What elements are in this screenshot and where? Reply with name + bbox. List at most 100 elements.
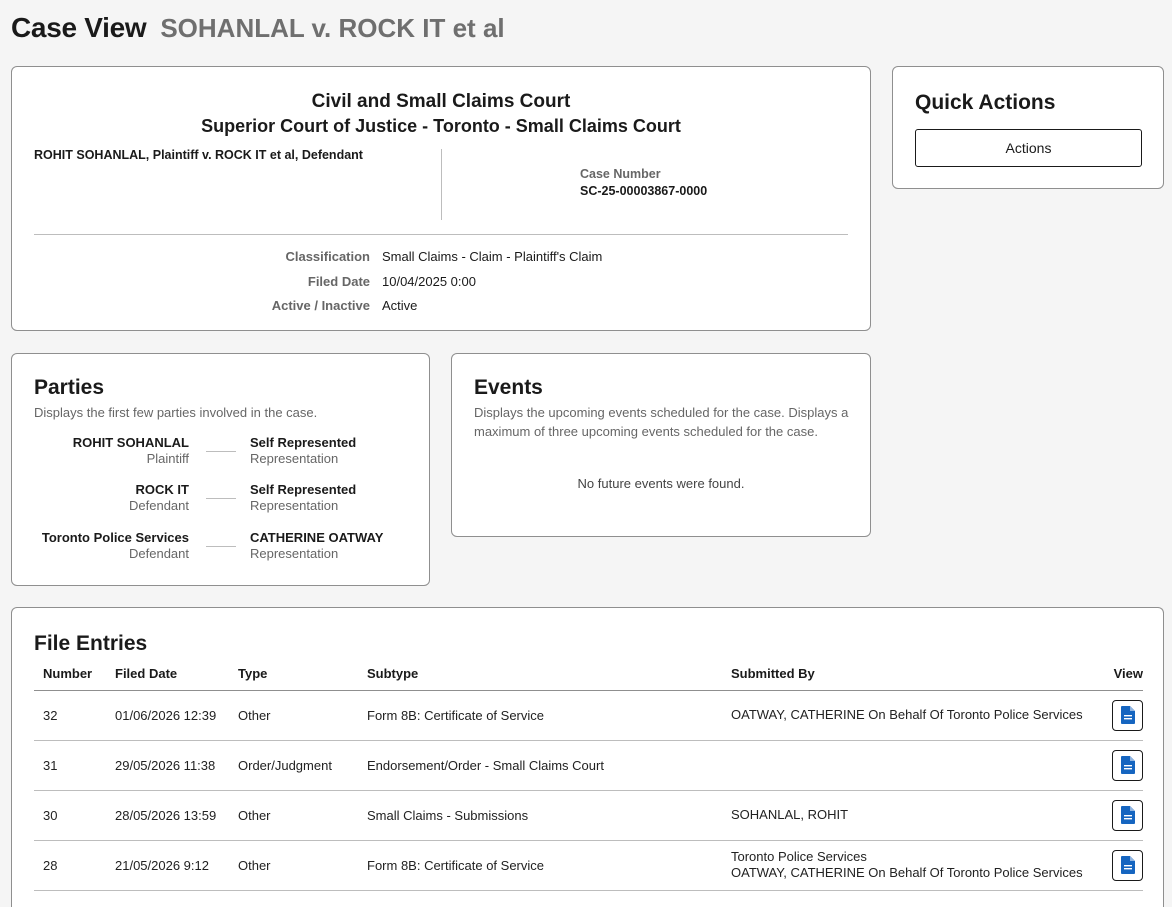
detail-row-active-status: Active / Inactive Active <box>12 298 870 318</box>
entry-view-cell <box>1083 840 1143 891</box>
entry-view-cell <box>1083 790 1143 841</box>
case-number-label: Case Number <box>580 167 661 181</box>
party-role: Plaintiff <box>146 451 189 466</box>
representative-role: Representation <box>250 498 339 513</box>
party-row: Toronto Police Services Defendant CATHER… <box>12 530 429 564</box>
case-name: SOHANLAL v. ROCK IT et al <box>160 13 505 43</box>
court-subtitle: Superior Court of Justice - Toronto - Sm… <box>201 116 681 136</box>
document-icon <box>1120 806 1135 824</box>
representative-role: Representation <box>250 451 339 466</box>
entry-submitted-by: Toronto Police Services OATWAY, CATHERIN… <box>722 840 1083 891</box>
column-header-view: View <box>1083 658 1143 691</box>
entry-filed-date: 29/05/2026 11:38 <box>106 740 229 791</box>
party-name: Toronto Police Services <box>41 530 189 545</box>
representative-name: Self Represented <box>250 482 357 497</box>
detail-value: Small Claims - Claim - Plaintiff's Claim <box>382 249 603 264</box>
parties-card: Parties Displays the first few parties i… <box>11 353 430 586</box>
column-header-type[interactable]: Type <box>229 658 358 691</box>
entry-subtype: Form 8B: Certificate of Service <box>358 840 722 891</box>
case-number-value: SC-25-00003867-0000 <box>580 184 708 198</box>
document-icon <box>1120 706 1135 724</box>
representative-name: CATHERINE OATWAY <box>250 530 384 545</box>
file-entries-title: File Entries <box>34 632 148 655</box>
entry-submitted-by <box>722 740 1083 791</box>
actions-button[interactable]: Actions <box>915 129 1142 167</box>
entry-number: 30 <box>34 790 106 841</box>
table-row: 32 01/06/2026 12:39 Other Form 8B: Certi… <box>34 690 1143 741</box>
party-row: ROCK IT Defendant Self Represented Repre… <box>12 482 429 516</box>
document-icon <box>1120 856 1135 874</box>
case-parties-line: ROHIT SOHANLAL, Plaintiff v. ROCK IT et … <box>34 148 363 162</box>
submitter-line: SOHANLAL, ROHIT <box>731 807 849 822</box>
events-title: Events <box>474 376 543 399</box>
entry-submitted-by: OATWAY, CATHERINE On Behalf Of Toronto P… <box>722 690 1083 741</box>
entry-number: 28 <box>34 840 106 891</box>
detail-row-filed-date: Filed Date 10/04/2025 0:00 <box>12 274 870 294</box>
party-connector <box>206 451 236 452</box>
detail-label: Filed Date <box>307 274 370 289</box>
party-role: Defendant <box>129 498 189 513</box>
entry-submitted-by: SOHANLAL, ROHIT <box>722 790 1083 841</box>
column-header-submitted-by[interactable]: Submitted By <box>722 658 1083 691</box>
entry-number: 31 <box>34 740 106 791</box>
entry-subtype: Small Claims - Submissions <box>358 790 722 841</box>
vertical-divider <box>441 149 442 220</box>
party-connector <box>206 546 236 547</box>
table-row: 30 28/05/2026 13:59 Other Small Claims -… <box>34 790 1143 841</box>
parties-header: Parties Displays the first few parties i… <box>34 376 317 422</box>
quick-actions-title: Quick Actions <box>915 91 1056 114</box>
entry-type: Order/Judgment <box>229 740 358 791</box>
events-subtitle: Displays the upcoming events scheduled f… <box>474 405 849 439</box>
party-name: ROHIT SOHANLAL <box>72 435 189 450</box>
column-header-subtype[interactable]: Subtype <box>358 658 722 691</box>
parties-subtitle: Displays the first few parties involved … <box>34 405 318 420</box>
document-icon <box>1120 756 1135 774</box>
party-row: ROHIT SOHANLAL Plaintiff Self Represente… <box>12 435 429 469</box>
horizontal-divider <box>34 234 848 235</box>
view-document-button[interactable] <box>1112 749 1143 781</box>
detail-row-classification: Classification Small Claims - Claim - Pl… <box>12 249 870 269</box>
entry-type: Other <box>229 690 358 741</box>
party-connector <box>206 498 236 499</box>
detail-value: Active <box>382 298 418 313</box>
representative-role: Representation <box>250 546 339 561</box>
entry-filed-date: 28/05/2026 13:59 <box>106 790 229 841</box>
column-header-filed-date[interactable]: Filed Date <box>106 658 229 691</box>
detail-label: Classification <box>285 249 370 264</box>
events-header: Events Displays the upcoming events sche… <box>474 376 852 441</box>
case-summary-card: Civil and Small Claims Court Superior Co… <box>11 66 871 331</box>
detail-label: Active / Inactive <box>271 298 370 313</box>
view-document-button[interactable] <box>1112 799 1143 831</box>
submitter-line: Toronto Police Services <box>731 849 867 864</box>
entry-type: Other <box>229 840 358 891</box>
court-title: Civil and Small Claims Court <box>311 91 571 112</box>
party-name: ROCK IT <box>135 482 189 497</box>
file-entries-table: Number Filed Date Type Subtype Submitted… <box>34 658 1143 891</box>
view-document-button[interactable] <box>1112 849 1143 881</box>
page-title: Case View <box>11 12 147 43</box>
file-entries-card: File Entries Number Filed Date Type Subt… <box>11 607 1164 907</box>
quick-actions-card: Quick Actions Actions <box>892 66 1164 189</box>
no-events-message: No future events were found. <box>577 476 745 491</box>
submitter-line: OATWAY, CATHERINE On Behalf Of Toronto P… <box>731 865 1083 880</box>
party-role: Defendant <box>129 546 189 561</box>
table-row: 31 29/05/2026 11:38 Order/Judgment Endor… <box>34 740 1143 791</box>
events-card: Events Displays the upcoming events sche… <box>451 353 871 537</box>
representative-name: Self Represented <box>250 435 357 450</box>
view-document-button[interactable] <box>1112 699 1143 731</box>
entry-view-cell <box>1083 690 1143 741</box>
entry-filed-date: 01/06/2026 12:39 <box>106 690 229 741</box>
entry-type: Other <box>229 790 358 841</box>
table-header-row: Number Filed Date Type Subtype Submitted… <box>34 658 1143 691</box>
entry-filed-date: 21/05/2026 9:12 <box>106 840 229 891</box>
entry-number: 32 <box>34 690 106 741</box>
parties-title: Parties <box>34 376 105 399</box>
table-row: 28 21/05/2026 9:12 Other Form 8B: Certif… <box>34 840 1143 891</box>
page-header: Case View SOHANLAL v. ROCK IT et al <box>11 12 505 44</box>
column-header-number[interactable]: Number <box>34 658 106 691</box>
entry-subtype: Endorsement/Order - Small Claims Court <box>358 740 722 791</box>
detail-value: 10/04/2025 0:00 <box>382 274 476 289</box>
entry-subtype: Form 8B: Certificate of Service <box>358 690 722 741</box>
entry-view-cell <box>1083 740 1143 791</box>
submitter-line: OATWAY, CATHERINE On Behalf Of Toronto P… <box>731 707 1083 722</box>
